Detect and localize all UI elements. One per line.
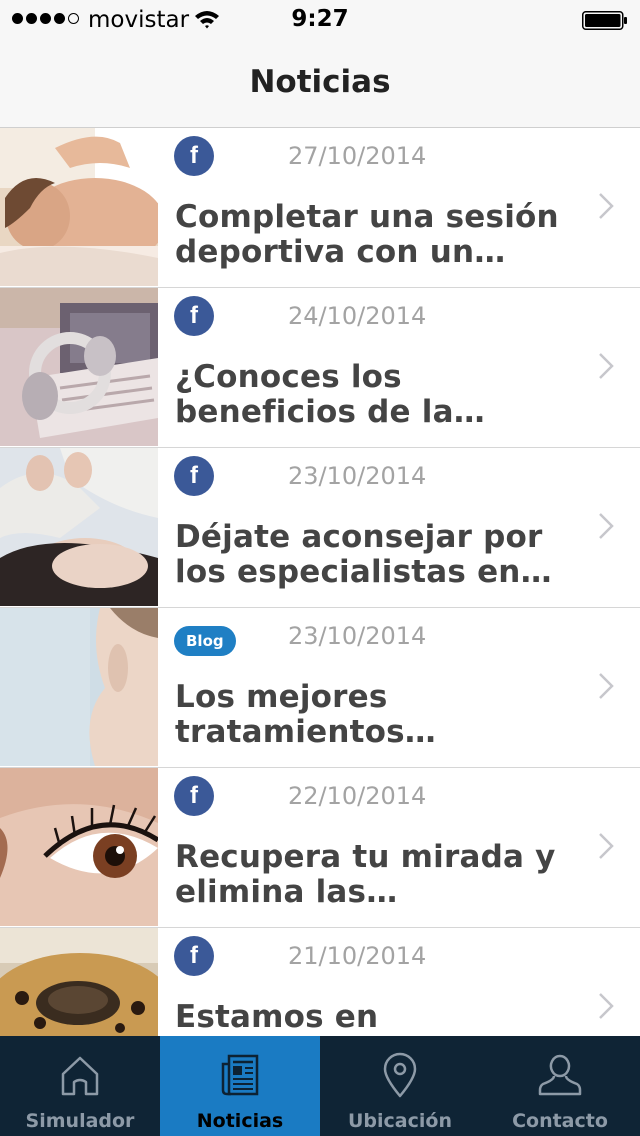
blog-source-badge: Blog: [174, 626, 236, 656]
tab-label: Ubicación: [348, 1110, 452, 1132]
news-item[interactable]: Blog 23/10/2014 Los mejores tratamientos…: [0, 608, 640, 768]
tab-simulador[interactable]: Simulador: [0, 1036, 160, 1136]
news-item[interactable]: f 24/10/2014 ¿Conoces los beneficios de …: [0, 288, 640, 448]
news-thumbnail-eye: [0, 768, 158, 926]
news-title: ¿Conoces los beneficios de la musi...: [175, 360, 454, 430]
tab-label: Contacto: [512, 1110, 608, 1132]
tab-label: Noticias: [196, 1110, 284, 1132]
facebook-source-icon: f: [174, 776, 214, 816]
news-item[interactable]: f 21/10/2014 Estamos en temporada: [0, 928, 640, 1036]
facebook-source-icon: f: [174, 136, 214, 176]
news-date: 24/10/2014: [288, 302, 427, 330]
news-thumbnail-face: [0, 608, 158, 766]
chevron-right-icon: [599, 993, 614, 1019]
news-date: 23/10/2014: [288, 462, 427, 490]
news-date: 22/10/2014: [288, 782, 427, 810]
chevron-right-icon: [599, 833, 614, 859]
chevron-right-icon: [599, 193, 614, 219]
news-item[interactable]: f 22/10/2014 Recupera tu mirada y elimin…: [0, 768, 640, 928]
news-thumbnail-massage: [0, 128, 158, 286]
news-thumbnail-relaxing: [0, 448, 158, 606]
tab-label: Simulador: [25, 1110, 135, 1132]
news-title: Completar una sesión deportiva con un ma…: [175, 200, 559, 270]
tab-ubicacion[interactable]: Ubicación: [320, 1036, 480, 1136]
newspaper-icon: [221, 1054, 259, 1096]
tab-contacto[interactable]: Contacto: [480, 1036, 640, 1136]
facebook-source-icon: f: [174, 936, 214, 976]
news-title: Recupera tu mirada y elimina las antiest…: [175, 840, 556, 910]
chevron-right-icon: [599, 673, 614, 699]
news-item[interactable]: f 23/10/2014 Déjate aconsejar por los es…: [0, 448, 640, 608]
navigation-bar: Noticias: [0, 40, 640, 128]
chevron-right-icon: [599, 513, 614, 539]
news-title: Estamos en temporada: [175, 1000, 379, 1036]
location-pin-icon: [383, 1052, 417, 1098]
person-icon: [538, 1054, 582, 1096]
status-bar: movistar 9:27: [0, 0, 640, 40]
tab-noticias[interactable]: Noticias: [160, 1036, 320, 1136]
news-thumbnail-headphones: [0, 288, 158, 446]
status-time: 9:27: [291, 6, 349, 32]
news-list[interactable]: f 27/10/2014 Completar una sesión deport…: [0, 128, 640, 1036]
news-date: 27/10/2014: [288, 142, 427, 170]
news-date: 21/10/2014: [288, 942, 427, 970]
news-thumbnail-food: [0, 928, 158, 1036]
page-title: Noticias: [249, 64, 391, 100]
battery-icon: [582, 11, 627, 30]
news-item[interactable]: f 27/10/2014 Completar una sesión deport…: [0, 128, 640, 288]
news-title: Los mejores tratamientos faciales...: [175, 680, 405, 750]
tab-bar: Simulador Noticias Ubicación Contacto: [0, 1036, 640, 1136]
app-screen: movistar 9:27 Noticias f 27/10/2014 Comp…: [0, 0, 640, 1136]
facebook-source-icon: f: [174, 296, 214, 336]
news-title: Déjate aconsejar por los especialistas e…: [175, 520, 543, 590]
news-date: 23/10/2014: [288, 622, 427, 650]
chevron-right-icon: [599, 353, 614, 379]
facebook-source-icon: f: [174, 456, 214, 496]
home-icon: [61, 1056, 99, 1096]
